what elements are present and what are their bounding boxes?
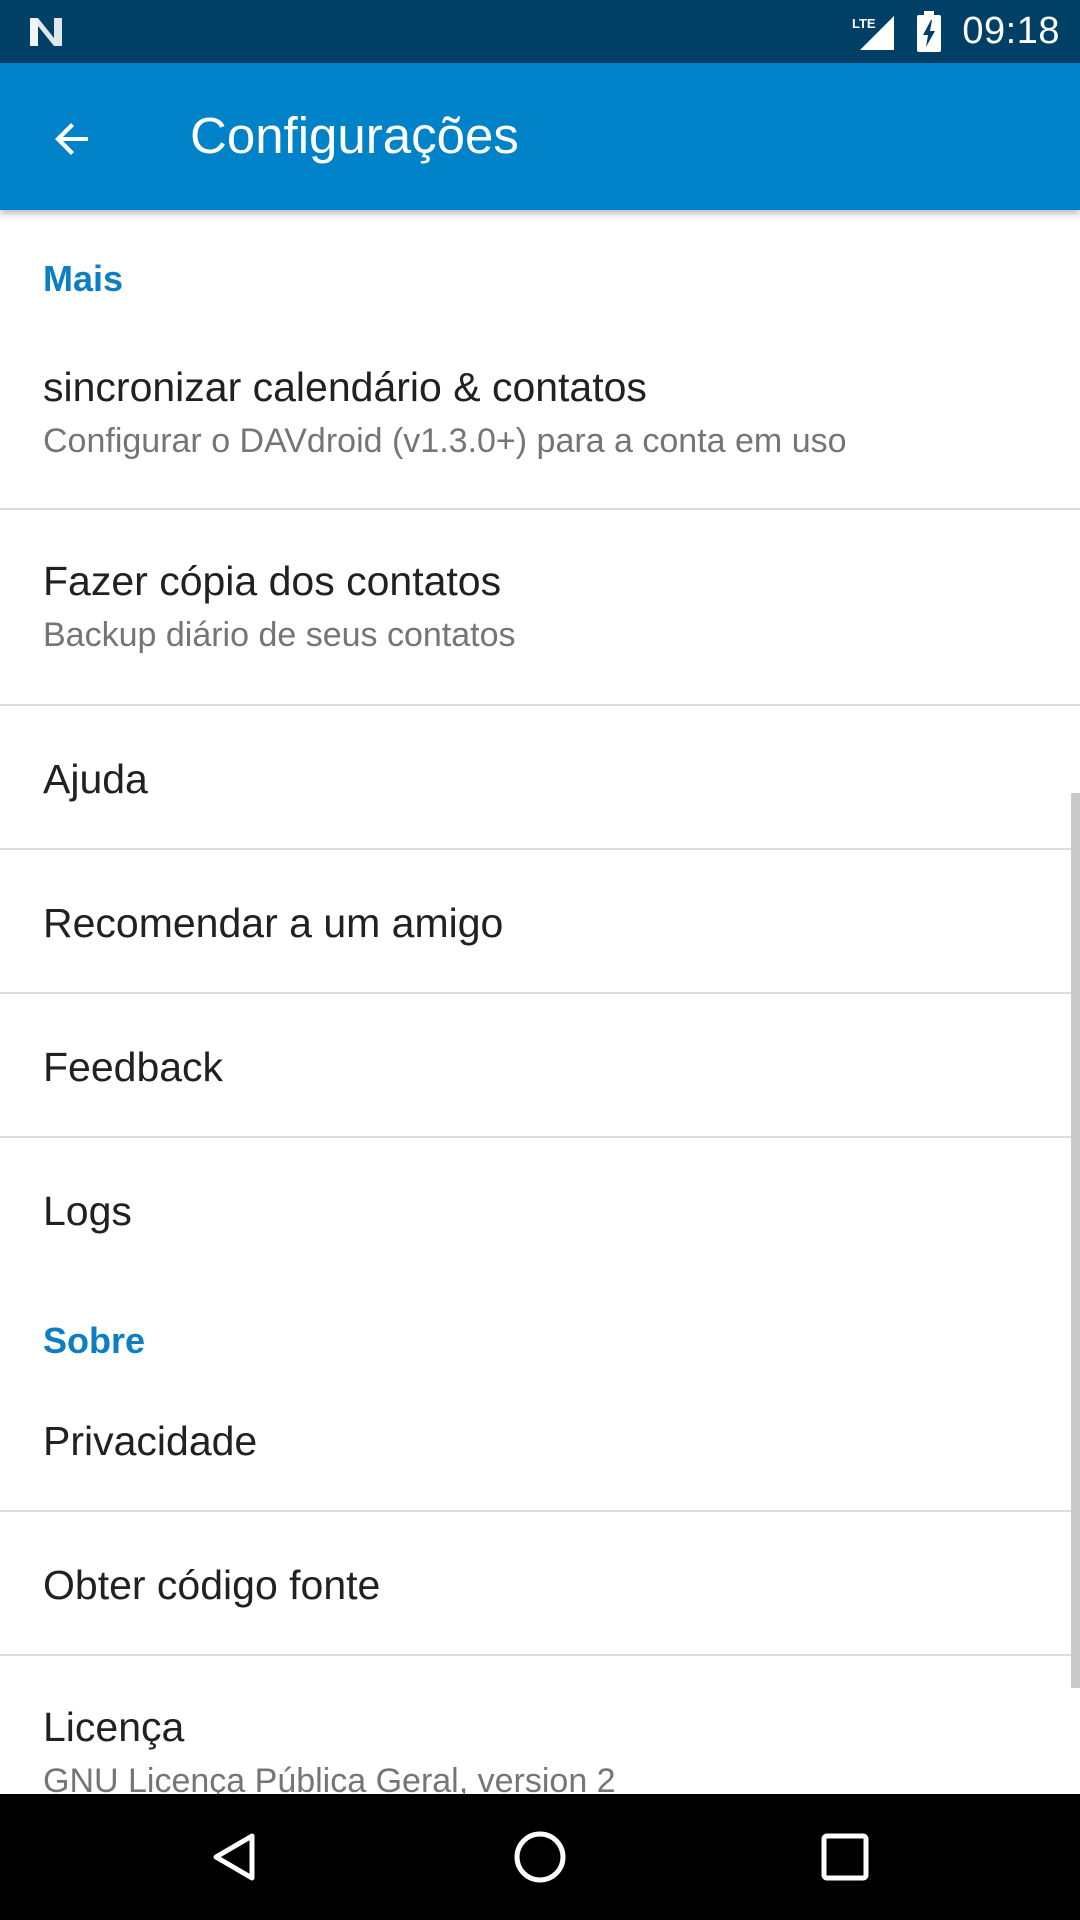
app-bar: Configurações bbox=[0, 63, 1080, 210]
pref-title: Licença bbox=[43, 1704, 185, 1750]
pref-item-recommend[interactable]: Recomendar a um amigo bbox=[0, 850, 1080, 994]
status-indicators: LTE 09:18 bbox=[850, 0, 1060, 63]
notification-n-icon bbox=[30, 18, 62, 46]
pref-summary: Configurar o DAVdroid (v1.3.0+) para a c… bbox=[43, 422, 847, 460]
pref-item-logs[interactable]: Logs bbox=[0, 1138, 1080, 1282]
nav-recents-icon bbox=[821, 1833, 869, 1881]
lte-signal-icon: LTE bbox=[852, 15, 895, 50]
nav-back-button[interactable] bbox=[190, 1812, 280, 1902]
network-label: LTE bbox=[852, 16, 876, 31]
pref-title: Logs bbox=[43, 1188, 132, 1234]
pref-title: Feedback bbox=[43, 1044, 224, 1090]
status-bar: LTE 09:18 bbox=[0, 0, 1080, 63]
back-button[interactable] bbox=[30, 97, 114, 181]
section-header-about: Sobre bbox=[43, 1320, 146, 1361]
pref-summary: Backup diário de seus contatos bbox=[43, 616, 516, 654]
pref-item-backup-contacts[interactable]: Fazer cópia dos contatos Backup diário d… bbox=[0, 510, 1080, 706]
pref-title: Obter código fonte bbox=[43, 1562, 381, 1608]
pref-summary: GNU Licença Pública Geral, version 2 bbox=[43, 1762, 616, 1794]
pref-item-feedback[interactable]: Feedback bbox=[0, 994, 1080, 1138]
nav-home-button[interactable] bbox=[495, 1812, 585, 1902]
pref-title: sincronizar calendário & contatos bbox=[43, 364, 647, 410]
page-title: Configurações bbox=[190, 107, 519, 164]
section-header-more: Mais bbox=[43, 258, 124, 299]
settings-screen: LTE 09:18 Configurações Mais sincronizar… bbox=[0, 0, 1080, 1920]
preferences-list: Mais sincronizar calendário & contatos C… bbox=[0, 210, 1080, 1794]
pref-title: Privacidade bbox=[43, 1418, 258, 1464]
pref-item-help[interactable]: Ajuda bbox=[0, 706, 1080, 850]
nav-back-icon bbox=[213, 1833, 255, 1881]
pref-title: Ajuda bbox=[43, 756, 148, 802]
pref-title: Fazer cópia dos contatos bbox=[43, 558, 502, 604]
battery-charging-icon bbox=[917, 10, 942, 52]
pref-item-source-code[interactable]: Obter código fonte bbox=[0, 1512, 1080, 1656]
nav-home-icon bbox=[514, 1831, 566, 1883]
arrow-back-icon bbox=[55, 123, 88, 155]
status-time: 09:18 bbox=[962, 10, 1060, 52]
pref-item-license[interactable]: Licença GNU Licença Pública Geral, versi… bbox=[0, 1656, 1080, 1794]
scrollbar[interactable] bbox=[1071, 793, 1080, 1688]
nav-recents-button[interactable] bbox=[800, 1812, 890, 1902]
pref-item-sync-calendar-contacts[interactable]: sincronizar calendário & contatos Config… bbox=[0, 336, 1080, 510]
navigation-bar bbox=[0, 1794, 1080, 1920]
pref-title: Recomendar a um amigo bbox=[43, 900, 504, 946]
pref-item-privacy[interactable]: Privacidade bbox=[0, 1390, 1080, 1512]
